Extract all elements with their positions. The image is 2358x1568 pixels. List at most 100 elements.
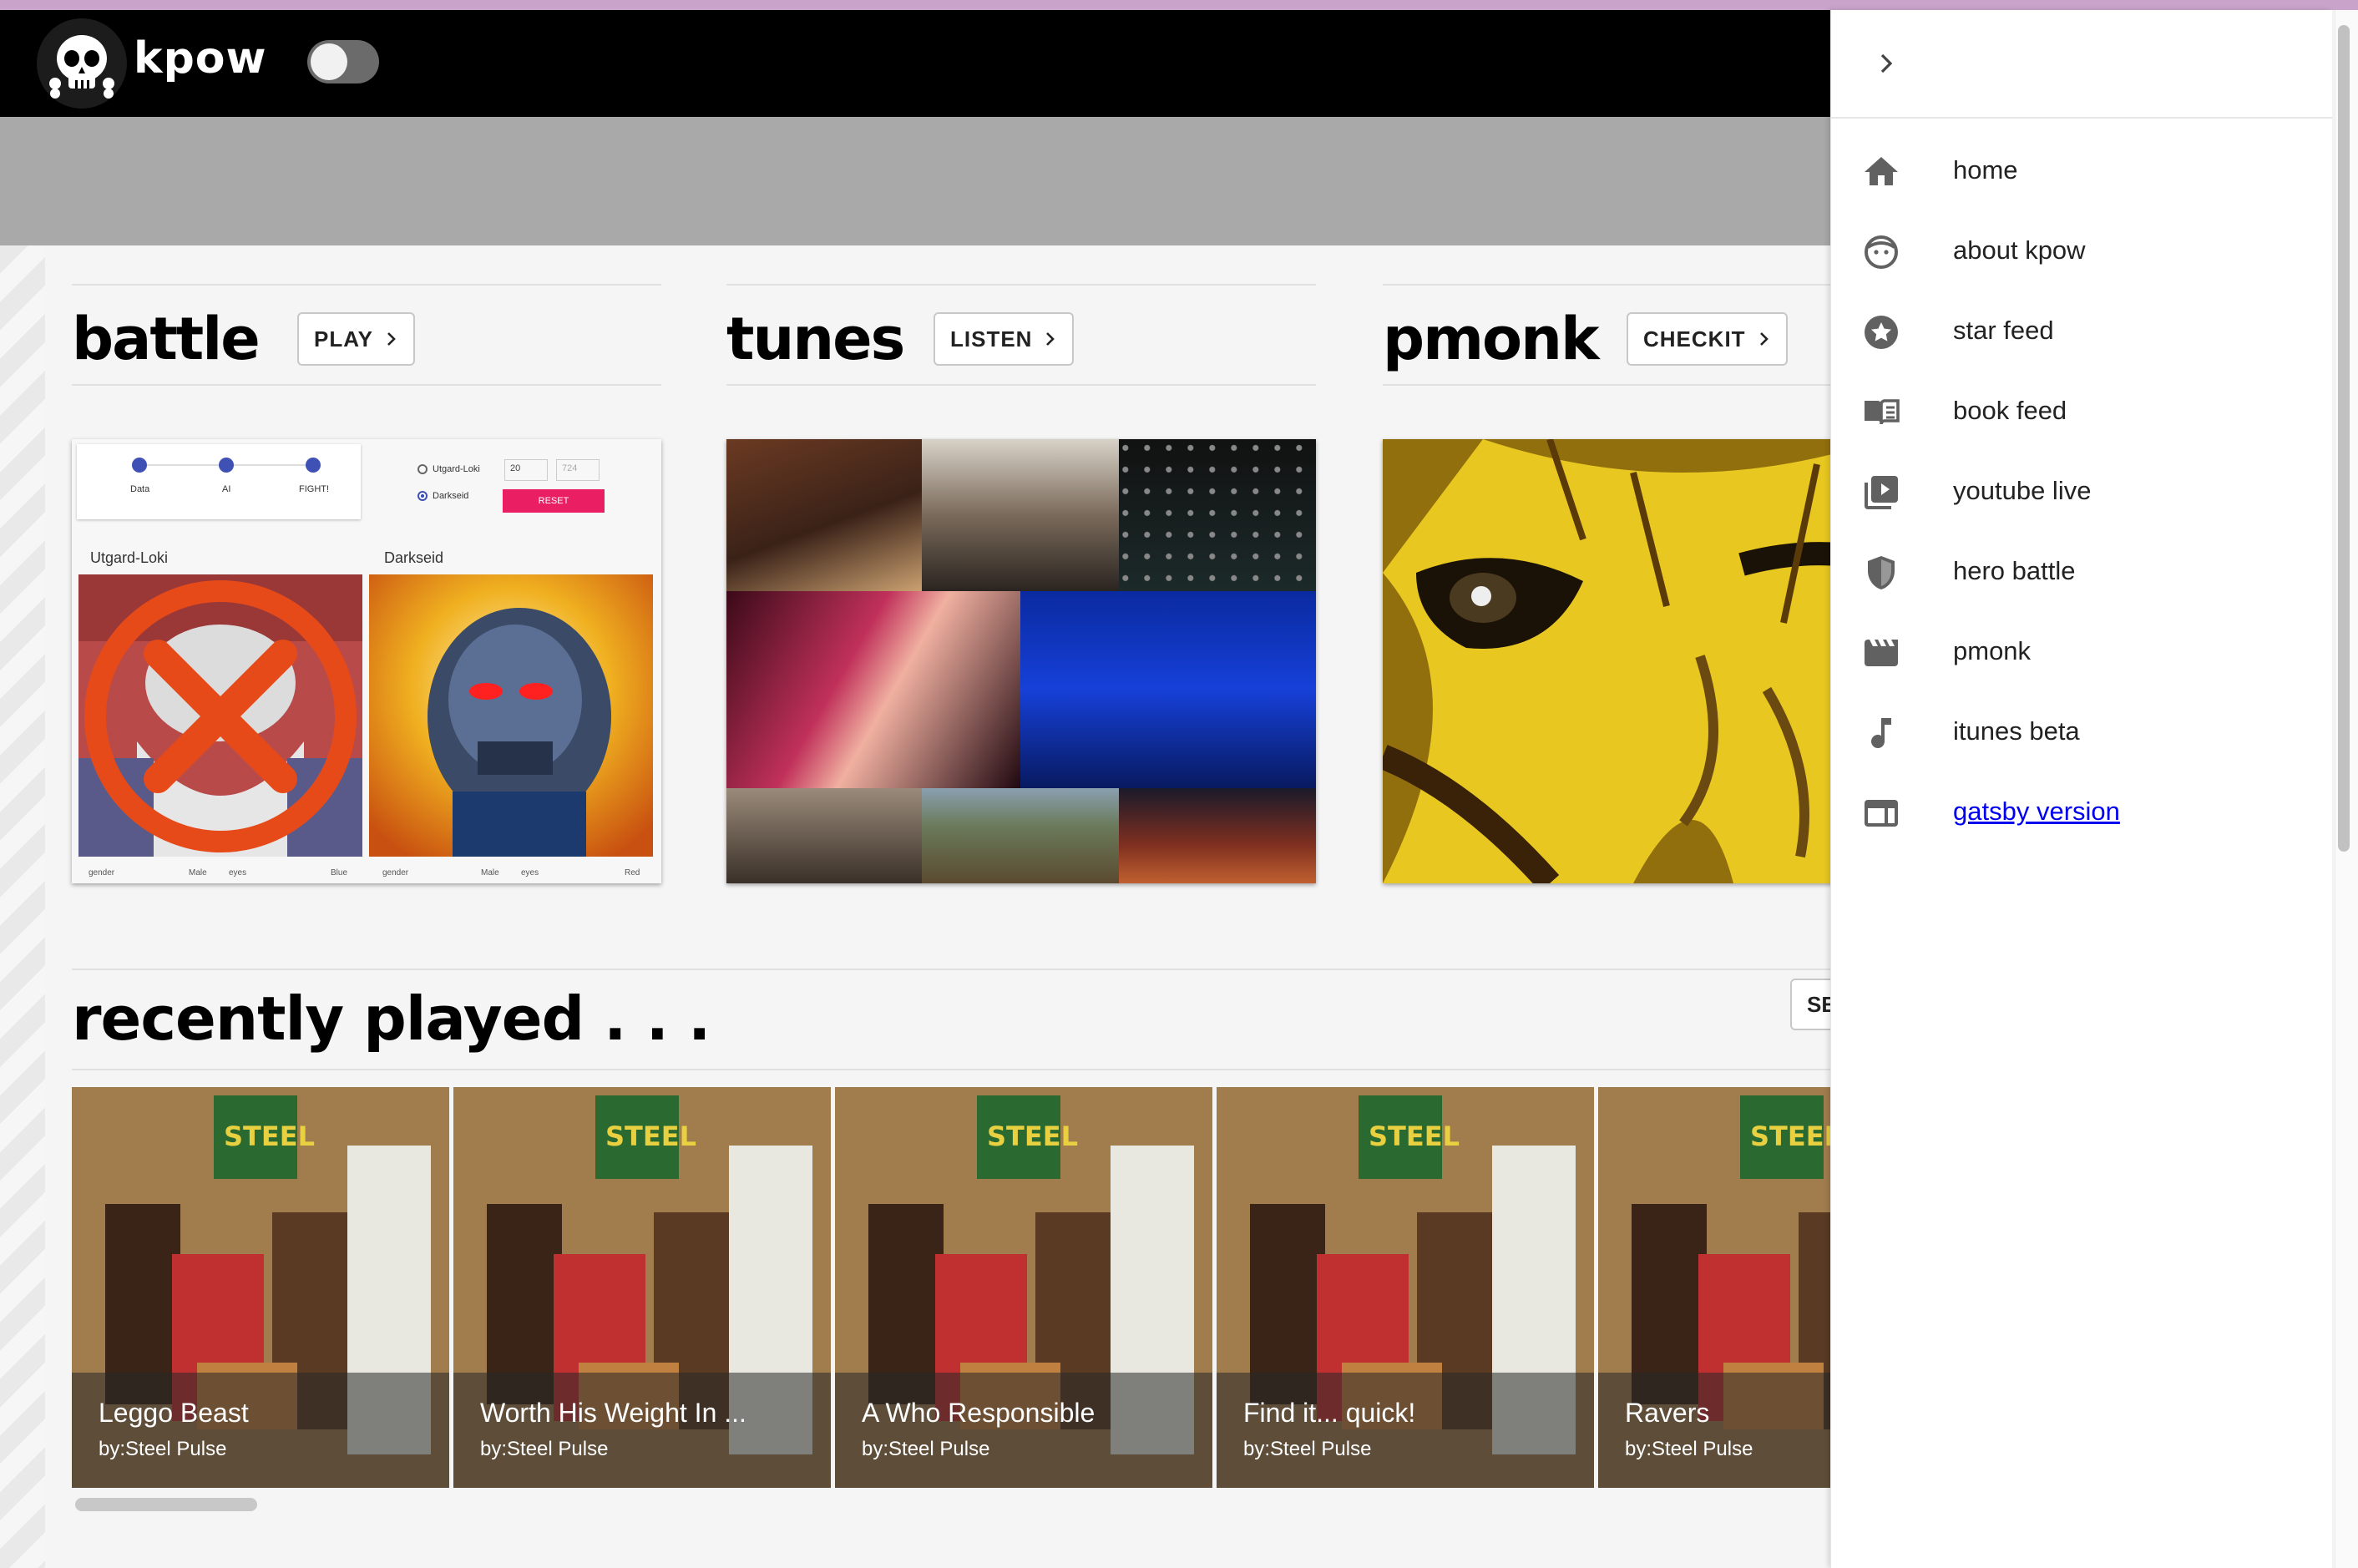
video-library-icon: [1865, 476, 1898, 509]
photo-tile: [726, 439, 922, 591]
fighter-name: Utgard-Loki: [90, 549, 169, 566]
option-label: Darkseid: [433, 491, 469, 501]
web-icon: [1865, 800, 1898, 827]
nav-item-gatsby-version[interactable]: gatsby version: [1831, 773, 2332, 853]
pmonk-card: pmonk CHECKIT: [1383, 284, 1830, 883]
nav-item-label: youtube live: [1953, 476, 2092, 505]
fighter-option: Utgard-Loki: [417, 464, 480, 474]
theme-toggle[interactable]: [307, 40, 379, 83]
artist-name: by:Steel Pulse: [99, 1438, 227, 1460]
tunes-collage-image[interactable]: [726, 439, 1316, 883]
fighter-name: Darkseid: [384, 549, 444, 566]
play-button[interactable]: PLAY: [297, 312, 415, 366]
stat-label: gender: [382, 868, 409, 878]
nav-item-hero-battle[interactable]: hero battle: [1831, 533, 2332, 613]
photo-tile: [726, 788, 922, 883]
nav-item-pmonk[interactable]: pmonk: [1831, 613, 2332, 693]
app-logo-text[interactable]: kpow: [134, 33, 267, 83]
album-tile[interactable]: STEEL A Who Responsible by:Steel Pulse: [835, 1087, 1212, 1488]
nav-item-itunes-beta[interactable]: itunes beta: [1831, 693, 2332, 773]
nav-item-book-feed[interactable]: book feed: [1831, 372, 2332, 453]
svg-text:STEEL: STEEL: [224, 1120, 315, 1152]
stat-value: Male: [189, 868, 207, 878]
album-tile[interactable]: STEEL Worth His Weight In ... by:Steel P…: [453, 1087, 831, 1488]
step-label: Data: [130, 484, 150, 494]
top-accent-stripe: [0, 0, 2358, 10]
checkit-button[interactable]: CHECKIT: [1627, 312, 1788, 366]
step-label: FIGHT!: [299, 484, 330, 494]
bet-input: 20: [504, 459, 548, 481]
divider: [72, 969, 1830, 970]
stepper: Data AI FIGHT!: [77, 444, 361, 519]
shield-icon: [1868, 556, 1895, 589]
film-icon: [1865, 640, 1898, 666]
fighter-option: Darkseid: [417, 491, 468, 501]
radio-selected-icon: [417, 491, 428, 501]
chevron-right-icon: [1046, 332, 1055, 346]
nav-item-label: hero battle: [1953, 556, 2076, 585]
nav-item-star-feed[interactable]: star feed: [1831, 292, 2332, 372]
svg-text:STEEL: STEEL: [605, 1120, 696, 1152]
song-title: Worth His Weight In ...: [480, 1398, 746, 1428]
listen-button[interactable]: LISTEN: [934, 312, 1075, 366]
nav-item-label: about kpow: [1953, 235, 2086, 265]
photo-tile: [1119, 439, 1316, 591]
nav-item-label[interactable]: gatsby version: [1953, 797, 2120, 827]
book-icon: [1865, 399, 1900, 425]
stat-label: eyes: [229, 868, 247, 878]
nav-item-youtube-live[interactable]: youtube live: [1831, 453, 2332, 533]
stat-label: gender: [89, 868, 115, 878]
photo-tile: [1020, 591, 1316, 788]
card-title: battle: [72, 305, 261, 373]
nav-item-about[interactable]: about kpow: [1831, 212, 2332, 292]
face-icon: [1865, 235, 1898, 269]
home-icon: [1865, 157, 1898, 185]
vertical-scrollbar-thumb[interactable]: [2338, 25, 2350, 852]
background-pattern: [0, 245, 45, 1568]
nav-item-label: book feed: [1953, 396, 2067, 425]
nav-item-label: pmonk: [1953, 636, 2032, 665]
horizontal-scrollbar[interactable]: [75, 1498, 257, 1511]
option-label: Utgard-Loki: [433, 464, 480, 474]
nav-item-label: home: [1953, 155, 2018, 185]
album-caption: Find it... quick! by:Steel Pulse: [1217, 1373, 1594, 1488]
song-title: Find it... quick!: [1243, 1398, 1416, 1428]
banner-bar: [0, 117, 1830, 245]
card-title: pmonk: [1383, 305, 1600, 373]
divider: [72, 1069, 1830, 1070]
see-all-button[interactable]: SE: [1790, 979, 1830, 1030]
step-connector: [144, 464, 219, 466]
nav-item-label: star feed: [1953, 316, 2054, 345]
button-label: LISTEN: [950, 326, 1033, 352]
artist-name: by:Steel Pulse: [862, 1438, 990, 1460]
album-caption: Worth His Weight In ... by:Steel Pulse: [453, 1373, 831, 1488]
album-tile[interactable]: STEEL Leggo Beast by:Steel Pulse: [72, 1087, 449, 1488]
card-title: tunes: [726, 305, 905, 373]
chevron-right-icon[interactable]: [1870, 47, 1903, 80]
chevron-right-icon: [1759, 332, 1768, 346]
divider: [72, 384, 661, 386]
battle-preview-image[interactable]: Data AI FIGHT! Utgard-Loki Darkseid 20 7…: [72, 439, 661, 883]
stat-value: Red: [625, 868, 640, 878]
artist-name: by:Steel Pulse: [480, 1438, 609, 1460]
divider: [1383, 384, 1830, 386]
nav-item-home[interactable]: home: [1831, 132, 2332, 212]
step-connector: [232, 464, 307, 466]
album-tile[interactable]: STEEL Ravers by:Steel Pulse: [1598, 1087, 1830, 1488]
toggle-knob: [311, 43, 347, 80]
photo-tile: [922, 439, 1119, 591]
stat-value: Male: [481, 868, 499, 878]
reset-button: RESET: [503, 489, 605, 513]
song-title: Ravers: [1625, 1398, 1710, 1428]
album-carousel[interactable]: STEEL Leggo Beast by:Steel Pulse STEEL W…: [72, 1087, 1830, 1488]
step-check-icon: [219, 458, 234, 473]
artist-name: by:Steel Pulse: [1625, 1438, 1753, 1460]
radio-icon: [417, 464, 428, 474]
pmonk-painting-image[interactable]: [1383, 439, 1830, 883]
skull-logo-icon[interactable]: [37, 18, 127, 109]
album-tile[interactable]: STEEL Find it... quick! by:Steel Pulse: [1217, 1087, 1594, 1488]
divider: [1831, 117, 2332, 119]
photo-tile: [726, 591, 1020, 788]
tunes-card: tunes LISTEN: [726, 284, 1316, 883]
svg-text:STEEL: STEEL: [1750, 1120, 1830, 1152]
